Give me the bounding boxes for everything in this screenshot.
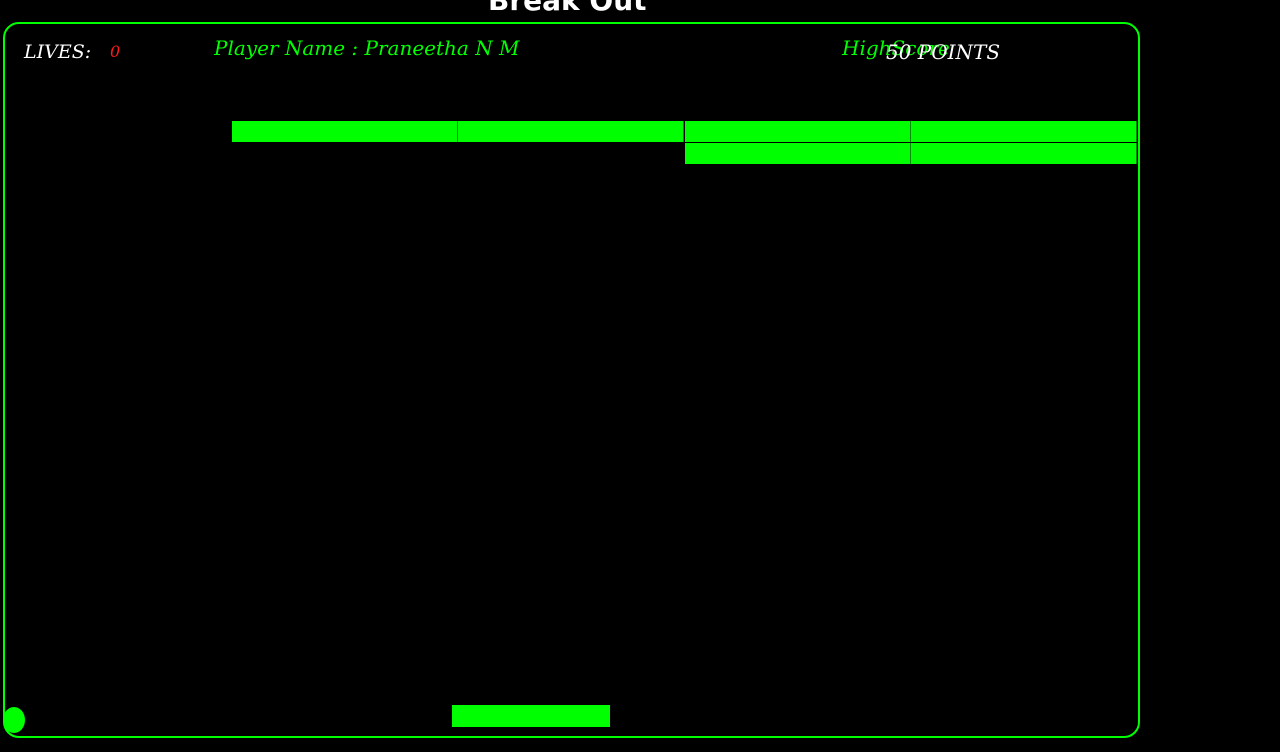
ball [3,707,25,733]
lives-label: LIVES: [24,41,92,63]
score-value: 50 POINTS [886,40,1001,64]
brick [458,121,684,142]
brick [685,121,911,142]
lives-value: 0 [110,42,121,61]
brick [232,121,458,142]
paddle[interactable] [452,705,610,727]
brick [911,143,1137,164]
brick [911,121,1137,142]
player-name: Player Name : Praneetha N M [214,36,520,60]
page-title: Break Out [488,0,647,17]
brick [685,143,911,164]
